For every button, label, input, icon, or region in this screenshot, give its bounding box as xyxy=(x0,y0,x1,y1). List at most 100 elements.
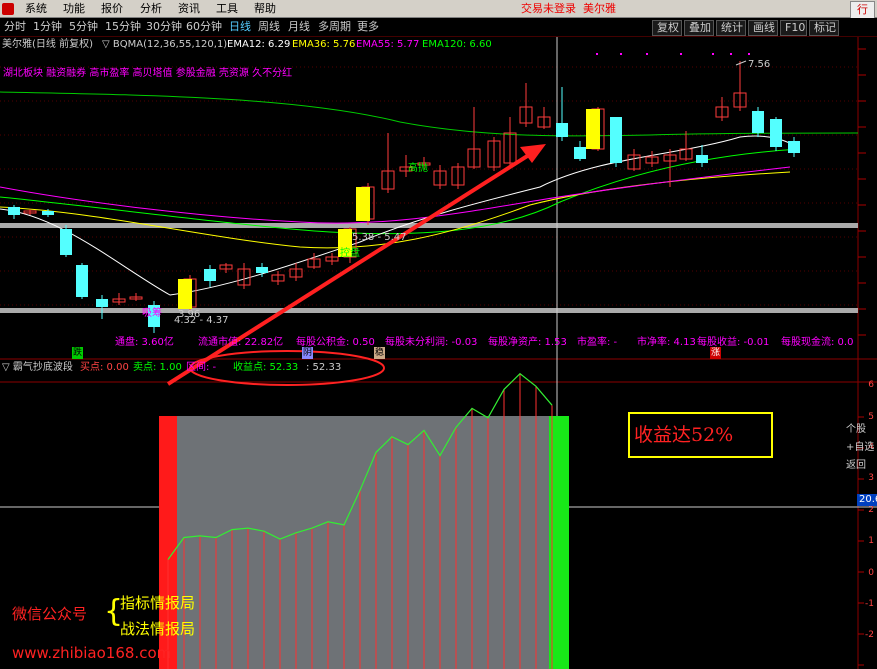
toolbar-button-5[interactable]: 标记 xyxy=(809,20,839,36)
menu-item-2[interactable]: 报价 xyxy=(101,1,123,17)
sell-point-label: 买点: 0.00 xyxy=(80,362,129,373)
period-tab-8[interactable]: 月线 xyxy=(288,20,310,34)
dot-marker xyxy=(646,53,648,55)
concept-tags: 湖北板块 融资融券 高市盈率 高贝塔值 参股金融 壳资源 久不分红 xyxy=(3,68,293,79)
profit-callout: 收益达52% xyxy=(634,424,734,446)
candle-body xyxy=(788,141,800,153)
watermark-url: www.zhibiao168.com xyxy=(12,644,172,662)
hold-area xyxy=(177,416,557,669)
high-price-label: 7.56 xyxy=(748,59,771,70)
finance-item-0: 通盘: 3.60亿 xyxy=(115,337,174,348)
menu-item-6[interactable]: 帮助 xyxy=(254,1,276,17)
finance-item-1: 流通市值: 22.82亿 xyxy=(198,337,284,348)
finance-item-7: 每股收益: -0.01 xyxy=(697,337,770,348)
period-tab-10[interactable]: 更多 xyxy=(357,20,379,34)
candle-body xyxy=(770,119,782,147)
sub-y-label-8: -2 xyxy=(865,630,874,640)
dot-marker xyxy=(596,53,598,55)
candle-body xyxy=(574,147,586,159)
finance-item-6: 市净率: 4.13 xyxy=(637,337,696,348)
menu-item-0[interactable]: 系统 xyxy=(25,1,47,17)
range-label-low: 4.32 - 4.37 xyxy=(174,315,229,326)
trading-window: 系统 功能 报价 分析 资讯 工具 帮助 交易未登录 美尔雅 行 分时 1分钟 5分钟 15分钟 3… xyxy=(0,0,877,669)
toolbar-button-0[interactable]: 复权 xyxy=(652,20,682,36)
sub-y-label-7: -1 xyxy=(865,599,874,609)
right-panel-item-2[interactable]: 返回 xyxy=(846,460,866,472)
dot-marker xyxy=(730,53,732,55)
candle-body xyxy=(60,229,72,255)
period-tab-5[interactable]: 60分钟 xyxy=(186,20,222,34)
chart-canvas xyxy=(0,37,877,669)
candle-body xyxy=(256,267,268,273)
period-tab-6[interactable]: 日线 xyxy=(229,20,251,34)
quote-button[interactable]: 行 xyxy=(850,1,875,19)
ema120-label: EMA120: 6.60 xyxy=(422,39,492,50)
sub-y-label-6: 0 xyxy=(868,568,874,578)
candle-body xyxy=(696,155,708,163)
right-panel-item-3[interactable]: 20.6 xyxy=(857,494,877,506)
watermark-line1: 指标情报局 xyxy=(120,594,196,612)
candle-body xyxy=(76,265,88,297)
signal-bar xyxy=(356,187,370,221)
app-logo-icon xyxy=(2,3,14,15)
tag-hold: 控盘 xyxy=(340,248,360,259)
candle-body xyxy=(752,111,764,133)
finance-item-5: 市盈率: - xyxy=(577,337,618,348)
sub-y-label-4: 2 xyxy=(868,505,874,515)
period-tab-1[interactable]: 1分钟 xyxy=(33,20,62,34)
toolbar-button-3[interactable]: 画线 xyxy=(748,20,778,36)
login-status: 交易未登录 xyxy=(521,2,576,15)
ema55-label: EMA55: 5.77 xyxy=(356,39,420,50)
profit-value: : 52.33 xyxy=(306,362,342,373)
tag-buy: 吸筹 xyxy=(142,308,162,319)
period-tab-9[interactable]: 多周期 xyxy=(318,20,351,34)
buy-point-label: 卖点: 1.00 xyxy=(133,362,182,373)
sub-y-label-1: 5 xyxy=(868,412,874,422)
sub-chart-title[interactable]: ▽ 霸气抄底波段 xyxy=(2,362,73,374)
menu-item-3[interactable]: 分析 xyxy=(140,1,162,17)
ema12-label: EMA12: 6.29 xyxy=(227,39,291,50)
watermark-line2: 战法情报局 xyxy=(120,620,196,638)
main-chart-title: 美尔雅(日线 前复权) xyxy=(2,39,93,50)
marker-stable: 稳 xyxy=(374,347,386,359)
dot-marker xyxy=(712,53,714,55)
sub-y-label-5: 1 xyxy=(868,536,874,546)
toolbar-button-1[interactable]: 叠加 xyxy=(684,20,714,36)
marker-rise: 涨 xyxy=(710,347,722,359)
period-tab-4[interactable]: 30分钟 xyxy=(146,20,182,34)
period-tab-2[interactable]: 5分钟 xyxy=(69,20,98,34)
finance-item-3: 每股未分利润: -0.03 xyxy=(385,337,478,348)
right-panel-item-0[interactable]: 个股 xyxy=(846,424,866,436)
finance-item-8: 每股现金流: 0.0 xyxy=(781,337,854,348)
period-tab-7[interactable]: 周线 xyxy=(258,20,280,34)
stock-name-title: 美尔雅 xyxy=(583,2,616,15)
menu-item-1[interactable]: 功能 xyxy=(63,1,85,17)
marker-fall: 跌 xyxy=(72,347,84,359)
dot-marker xyxy=(620,53,622,55)
period-bar: 分时 1分钟 5分钟 15分钟 30分钟 60分钟 日线 周线 月线 多周期 更多 复权 叠加 统计 画线… xyxy=(0,18,877,37)
period-tab-3[interactable]: 15分钟 xyxy=(105,20,141,34)
dot-marker xyxy=(748,53,750,55)
period-tab-0[interactable]: 分时 xyxy=(4,20,26,34)
resistance-band xyxy=(0,223,858,228)
candle-body xyxy=(42,211,54,215)
profit-label: 收益点: 52.33 xyxy=(233,362,299,373)
menu-item-4[interactable]: 资讯 xyxy=(178,1,200,17)
toolbar-button-2[interactable]: 统计 xyxy=(716,20,746,36)
toolbar-button-4[interactable]: F10 xyxy=(780,20,807,36)
range-label-mid: 5.38 - 5.47 xyxy=(352,232,407,243)
ema36-label: EMA36: 5.76 xyxy=(292,39,356,50)
watermark-label: 微信公众号 xyxy=(12,605,88,623)
main-indicator-name[interactable]: ▽ BQMA(12,36,55,120,1) xyxy=(102,39,227,51)
menu-item-5[interactable]: 工具 xyxy=(216,1,238,17)
sub-y-label-3: 3 xyxy=(868,473,874,483)
sub-y-label-0: 6 xyxy=(868,380,874,390)
menu-bar: 系统 功能 报价 分析 资讯 工具 帮助 交易未登录 美尔雅 行 xyxy=(0,0,877,19)
finance-item-4: 每股净资产: 1.53 xyxy=(488,337,567,348)
dot-marker xyxy=(680,53,682,55)
interval-label: 区间: - xyxy=(186,362,217,373)
tag-sell: 高抛 xyxy=(408,163,428,174)
support-band xyxy=(0,308,858,313)
right-panel-item-1[interactable]: +自选 xyxy=(846,442,874,454)
candle-body xyxy=(8,207,20,215)
